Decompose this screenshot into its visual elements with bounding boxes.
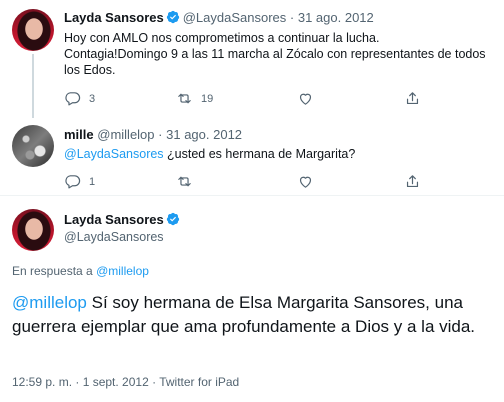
- tweet-text-body: ¿usted es hermana de Margarita?: [163, 147, 356, 161]
- tweet-2-header: mille @millelop · 31 ago. 2012: [64, 127, 242, 143]
- thread-line: [32, 54, 34, 118]
- tweet-meta[interactable]: 12:59 p. m. · 1 sept. 2012 · Twitter for…: [12, 375, 239, 389]
- retweet-button[interactable]: [176, 173, 201, 190]
- avatar-layda[interactable]: [12, 9, 54, 51]
- share-button[interactable]: [404, 173, 421, 190]
- reply-icon: [65, 175, 81, 189]
- reply-count: 1: [89, 175, 96, 188]
- author-name[interactable]: Layda Sansores: [64, 212, 164, 227]
- reply-context: En respuesta a @millelop: [12, 264, 149, 278]
- author-handle[interactable]: @LaydaSansores: [64, 230, 164, 244]
- tweet-actions: 1: [64, 173, 484, 191]
- retweet-count: 19: [201, 92, 214, 105]
- tweet-actions: 3 19: [64, 90, 484, 108]
- retweet-icon: [178, 176, 191, 187]
- mention-link[interactable]: @LaydaSansores: [64, 147, 164, 161]
- tweet-text: @LaydaSansores ¿usted es hermana de Marg…: [64, 146, 496, 162]
- reply-icon: [65, 92, 81, 106]
- like-button[interactable]: [297, 173, 322, 190]
- author-name[interactable]: mille: [64, 127, 94, 142]
- avatar-mille[interactable]: [12, 125, 54, 167]
- retweet-icon: [178, 93, 191, 104]
- share-icon: [406, 175, 419, 188]
- author-handle[interactable]: @millelop: [97, 127, 154, 142]
- author-name-row: Layda Sansores: [64, 212, 183, 227]
- reply-mention-link[interactable]: @millelop: [96, 264, 149, 278]
- retweet-button[interactable]: 19: [176, 90, 213, 107]
- verified-badge-icon: [166, 10, 179, 24]
- main-tweet: Layda Sansores @LaydaSansores En respues…: [0, 196, 504, 402]
- tweet-1[interactable]: Layda Sansores @LaydaSansores · 31 ago. 2…: [0, 0, 504, 118]
- main-tweet-text: @millelop Sí soy hermana de Elsa Margari…: [12, 291, 492, 339]
- tweet-text: Hoy con AMLO nos comprometimos a continu…: [64, 31, 486, 77]
- reply-button[interactable]: 3: [64, 90, 95, 107]
- mention-link[interactable]: @millelop: [12, 293, 87, 312]
- separator: ·: [289, 10, 295, 25]
- like-icon: [299, 93, 312, 105]
- separator: ·: [158, 127, 163, 142]
- like-button[interactable]: [297, 90, 322, 107]
- author-handle[interactable]: @LaydaSansores: [183, 10, 287, 25]
- tweet-date[interactable]: 31 ago. 2012: [298, 10, 374, 25]
- tweet-date[interactable]: 31 ago. 2012: [166, 127, 242, 142]
- avatar-layda[interactable]: [12, 209, 54, 251]
- verified-badge-icon: [166, 212, 179, 226]
- share-icon: [406, 92, 419, 105]
- author-name[interactable]: Layda Sansores: [64, 10, 164, 25]
- tweet-1-header: Layda Sansores @LaydaSansores · 31 ago. 2…: [64, 10, 374, 26]
- reply-prefix: En respuesta a: [12, 264, 97, 278]
- tweet-2[interactable]: mille @millelop · 31 ago. 2012 @LaydaSan…: [0, 118, 504, 194]
- reply-button[interactable]: 1: [64, 173, 95, 190]
- share-button[interactable]: [404, 90, 421, 107]
- like-icon: [299, 176, 312, 188]
- reply-count: 3: [89, 92, 96, 105]
